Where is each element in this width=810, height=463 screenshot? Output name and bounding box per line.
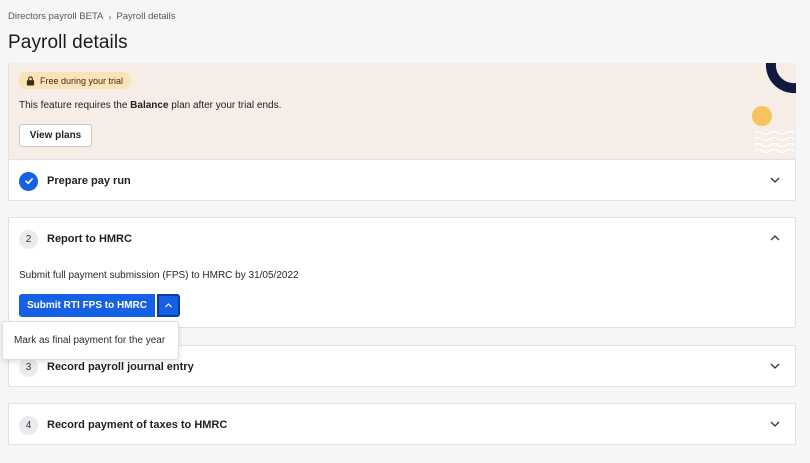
step-number: 2 (19, 229, 38, 249)
step-title: Prepare pay run (47, 175, 131, 187)
step-number: 3 (19, 357, 38, 377)
menu-item-mark-final-payment[interactable]: Mark as final payment for the year (14, 335, 165, 346)
step-card-report-to-hmrc: 2 Report to HMRC Submit full payment sub… (8, 217, 796, 328)
more-actions-toggle[interactable] (157, 294, 180, 317)
chevron-down-icon[interactable] (769, 360, 781, 372)
step-header[interactable]: 4 Record payment of taxes to HMRC (9, 404, 795, 446)
step-header[interactable]: Prepare pay run (9, 160, 795, 202)
step-title: Record payment of taxes to HMRC (47, 419, 228, 431)
trial-message-end: plan after your trial ends. (168, 100, 282, 111)
chevron-down-icon[interactable] (769, 418, 781, 430)
trial-message-start: This feature requires the (19, 100, 131, 111)
dropdown-menu: Mark as final payment for the year (2, 321, 179, 360)
step-title: Record payroll journal entry (47, 361, 194, 373)
split-button: Submit RTI FPS to HMRC (19, 294, 180, 317)
breadcrumb-current: Payroll details (116, 11, 176, 22)
trial-banner: Free during your trial This feature requ… (8, 63, 796, 160)
checkmark-icon (24, 178, 33, 185)
decorative-illustration (752, 63, 796, 154)
view-plans-button[interactable]: View plans (19, 124, 92, 147)
trial-badge: Free during your trial (18, 72, 132, 89)
step-complete-badge (19, 171, 38, 191)
breadcrumb: Directors payroll BETA › Payroll details (8, 11, 176, 22)
trial-banner-message: This feature requires the Balance plan a… (19, 100, 281, 111)
step-description: Submit full payment submission (FPS) to … (19, 270, 299, 281)
step-header[interactable]: 2 Report to HMRC (9, 218, 795, 260)
chevron-down-icon[interactable] (769, 174, 781, 186)
step-card-record-tax-payment[interactable]: 4 Record payment of taxes to HMRC (8, 403, 796, 445)
submit-rti-fps-button[interactable]: Submit RTI FPS to HMRC (19, 294, 155, 317)
trial-badge-label: Free during your trial (40, 75, 124, 86)
step-card-prepare-pay-run[interactable]: Prepare pay run (8, 159, 796, 201)
breadcrumb-separator: › (108, 11, 112, 22)
plan-name: Balance (130, 100, 169, 111)
lock-icon (26, 75, 35, 85)
breadcrumb-parent-link[interactable]: Directors payroll BETA (8, 11, 103, 22)
page-title: Payroll details (8, 32, 128, 53)
chevron-up-icon[interactable] (769, 232, 781, 244)
chevron-up-icon (165, 303, 172, 308)
step-number: 4 (19, 415, 38, 435)
step-title: Report to HMRC (47, 233, 132, 245)
